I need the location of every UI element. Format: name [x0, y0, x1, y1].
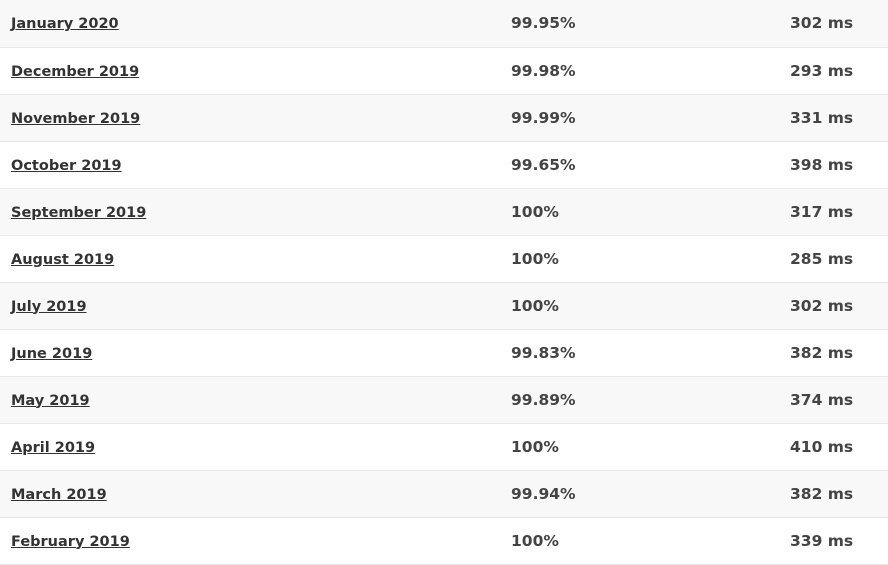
uptime-cell: 99.99%: [511, 94, 790, 142]
uptime-cell: 99.89%: [511, 376, 790, 424]
month-link[interactable]: July 2019: [11, 299, 87, 315]
month-cell: March 2019: [0, 470, 511, 518]
uptime-table: January 2020 99.95% 302 ms December 2019 99.…: [0, 0, 888, 565]
table-row: July 2019 100% 302 ms: [0, 282, 888, 330]
table-row: November 2019 99.99% 331 ms: [0, 94, 888, 142]
response-time-cell: 302 ms: [790, 282, 888, 330]
table-row: February 2019 100% 339 ms: [0, 517, 888, 565]
uptime-cell: 99.83%: [511, 329, 790, 377]
month-cell: December 2019: [0, 47, 511, 95]
month-link[interactable]: January 2020: [11, 16, 119, 32]
table-row: June 2019 99.83% 382 ms: [0, 329, 888, 377]
uptime-cell: 99.98%: [511, 47, 790, 95]
month-link[interactable]: August 2019: [11, 252, 114, 268]
response-time-cell: 293 ms: [790, 47, 888, 95]
uptime-cell: 100%: [511, 517, 790, 565]
response-time-cell: 285 ms: [790, 235, 888, 283]
table-row: December 2019 99.98% 293 ms: [0, 47, 888, 95]
response-time-cell: 317 ms: [790, 188, 888, 236]
uptime-cell: 99.94%: [511, 470, 790, 518]
month-link[interactable]: November 2019: [11, 111, 140, 127]
month-link[interactable]: February 2019: [11, 534, 130, 550]
month-cell: January 2020: [0, 0, 511, 48]
uptime-cell: 100%: [511, 282, 790, 330]
response-time-cell: 410 ms: [790, 423, 888, 471]
table-row: September 2019 100% 317 ms: [0, 188, 888, 236]
uptime-cell: 100%: [511, 423, 790, 471]
response-time-cell: 382 ms: [790, 329, 888, 377]
month-link[interactable]: April 2019: [11, 440, 95, 456]
month-link[interactable]: March 2019: [11, 487, 107, 503]
response-time-cell: 331 ms: [790, 94, 888, 142]
response-time-cell: 398 ms: [790, 141, 888, 189]
month-cell: February 2019: [0, 517, 511, 565]
table-row: March 2019 99.94% 382 ms: [0, 470, 888, 518]
month-cell: May 2019: [0, 376, 511, 424]
uptime-cell: 100%: [511, 188, 790, 236]
month-cell: September 2019: [0, 188, 511, 236]
uptime-cell: 100%: [511, 235, 790, 283]
uptime-cell: 99.65%: [511, 141, 790, 189]
table-row: April 2019 100% 410 ms: [0, 423, 888, 471]
table-row: May 2019 99.89% 374 ms: [0, 376, 888, 424]
response-time-cell: 374 ms: [790, 376, 888, 424]
table-row: August 2019 100% 285 ms: [0, 235, 888, 283]
month-cell: November 2019: [0, 94, 511, 142]
month-link[interactable]: September 2019: [11, 205, 146, 221]
month-link[interactable]: October 2019: [11, 158, 122, 174]
uptime-cell: 99.95%: [511, 0, 790, 48]
month-link[interactable]: June 2019: [11, 346, 92, 362]
response-time-cell: 339 ms: [790, 517, 888, 565]
uptime-table-body: January 2020 99.95% 302 ms December 2019 99.…: [0, 0, 888, 565]
table-row: October 2019 99.65% 398 ms: [0, 141, 888, 189]
month-cell: June 2019: [0, 329, 511, 377]
month-cell: August 2019: [0, 235, 511, 283]
month-link[interactable]: May 2019: [11, 393, 90, 409]
month-cell: April 2019: [0, 423, 511, 471]
response-time-cell: 302 ms: [790, 0, 888, 48]
month-cell: July 2019: [0, 282, 511, 330]
table-row: January 2020 99.95% 302 ms: [0, 0, 888, 48]
month-link[interactable]: December 2019: [11, 64, 139, 80]
response-time-cell: 382 ms: [790, 470, 888, 518]
month-cell: October 2019: [0, 141, 511, 189]
